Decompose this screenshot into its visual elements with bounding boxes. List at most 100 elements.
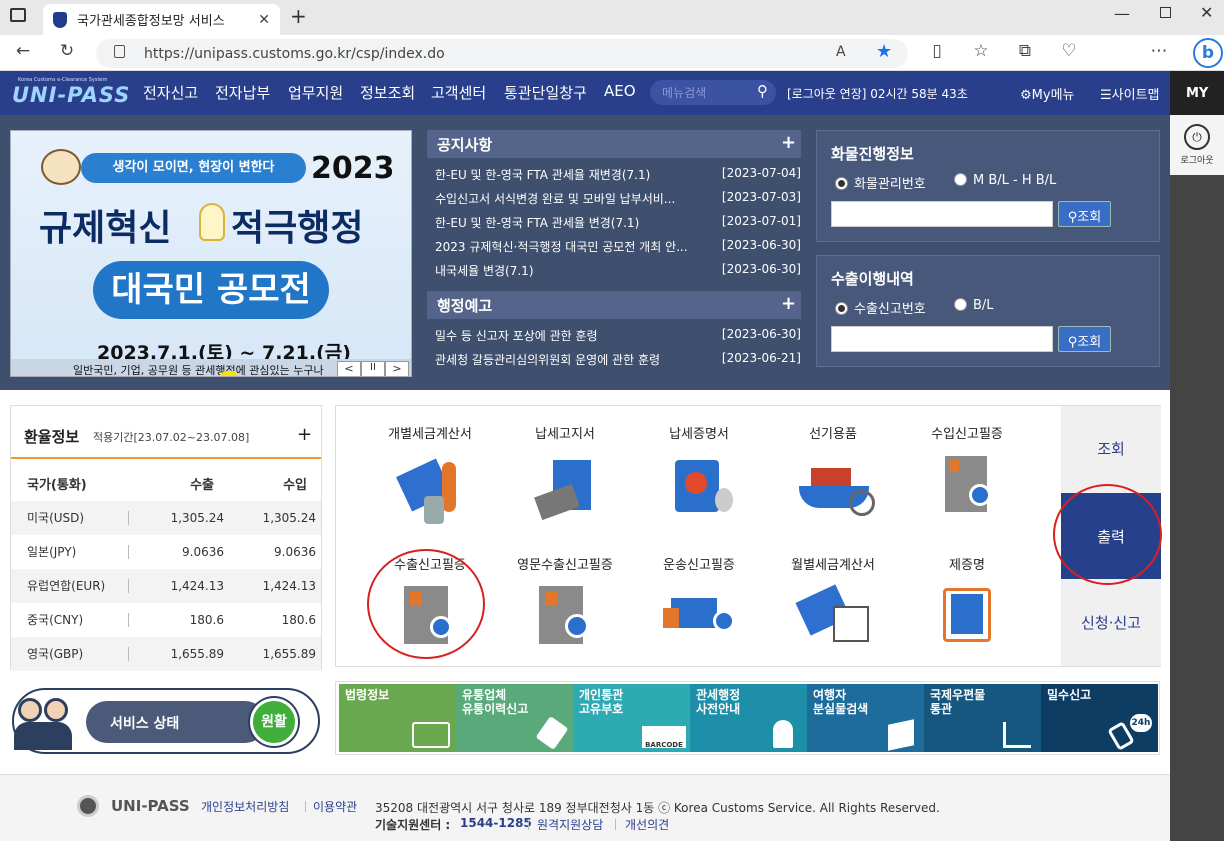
export-radio-bl[interactable]: B/L — [954, 298, 994, 313]
side-my-label[interactable]: MY — [1170, 71, 1224, 115]
nav-e-declaration[interactable]: 전자신고 — [143, 82, 198, 103]
cargo-radio-mgmt[interactable]: 화물관리번호 — [835, 173, 926, 192]
cargo-number-input[interactable] — [831, 201, 1053, 227]
close-tab-icon[interactable]: ✕ — [258, 12, 270, 28]
contest-banner[interactable]: 생각이 모이면, 현장이 변한다 2023 규제혁신 적극행정 대국민 공모전 … — [10, 130, 412, 377]
export-search-button[interactable]: ⚲조회 — [1058, 326, 1111, 352]
admin-notice-title: 행정예고 — [437, 297, 493, 315]
notice-item[interactable]: 수입신고서 서식변경 완료 및 모바일 납부서비... [2023-07-03] — [435, 190, 801, 207]
back-arrow-icon[interactable]: ← — [12, 41, 34, 61]
box-icon — [888, 719, 914, 751]
service-monthly-tax-invoice[interactable]: 월별세금계산서 — [773, 554, 893, 573]
nav-e-payment[interactable]: 전자납부 — [215, 82, 270, 103]
tile-admin-guidance[interactable]: 관세행정 사전안내 — [690, 684, 807, 752]
banner-prev-button[interactable]: < — [337, 361, 361, 376]
favorites-icon[interactable]: ☆ — [970, 41, 992, 61]
banner-next-button[interactable]: > — [385, 361, 409, 376]
english-export-certificate-icon[interactable] — [529, 584, 609, 660]
pen-icon — [535, 716, 569, 750]
footer-remote-support-link[interactable]: 원격지원상담 — [537, 816, 603, 833]
exchange-row: 일본(JPY) 9.0636 9.0636 — [11, 535, 321, 569]
service-transport-certificate[interactable]: 운송신고필증 — [639, 554, 759, 573]
admin-notice-more-button[interactable]: + — [781, 293, 796, 314]
browser-essentials-icon[interactable]: ♡ — [1058, 41, 1080, 61]
service-ship-supplies[interactable]: 선기용품 — [773, 423, 893, 442]
nav-info-lookup[interactable]: 정보조회 — [360, 82, 415, 103]
notice-item[interactable]: 한-EU 및 한-영국 FTA 관세율 변경(7.1) [2023-07-01] — [435, 214, 801, 231]
side-logout-button[interactable]: ⏻ 로그아웃 — [1170, 115, 1224, 175]
url-field[interactable]: https://unipass.customs.go.kr/csp/index.… — [96, 39, 908, 68]
notice-item[interactable]: 2023 규제혁신·적극행정 대국민 공모전 개최 안... [2023-06-3… — [435, 238, 801, 255]
tile-lost-property[interactable]: 여행자 분실물검색 — [807, 684, 924, 752]
service-english-export-certificate[interactable]: 영문수출신고필증 — [505, 554, 625, 573]
agent-icon — [773, 720, 793, 748]
browser-tab[interactable]: 국가관세종합정보망 서비스 ✕ — [43, 4, 280, 35]
cargo-search-button[interactable]: ⚲조회 — [1058, 201, 1111, 227]
banner-pause-button[interactable]: II — [361, 361, 385, 376]
lock-icon[interactable] — [114, 45, 125, 58]
service-individual-tax-invoice[interactable]: 개별세금계산서 — [370, 423, 490, 442]
tile-intl-mail[interactable]: 국제우편물 통관 — [924, 684, 1041, 752]
logout-extend-timer[interactable]: [로그아웃 연장] 02시간 58분 43초 — [787, 85, 968, 102]
nav-single-window[interactable]: 통관단일창구 — [504, 82, 587, 103]
tab-actions-icon[interactable] — [10, 8, 26, 22]
cargo-radio-bl[interactable]: M B/L - H B/L — [954, 173, 1056, 188]
sitemap-link[interactable]: ☰사이트맵 — [1100, 84, 1160, 103]
tab-lookup[interactable]: 조회 — [1061, 438, 1161, 459]
split-screen-icon[interactable]: ▯ — [926, 41, 948, 61]
footer-support-phone[interactable]: 1544-1285 — [460, 816, 532, 830]
unipass-logo[interactable]: UNI-PASS — [12, 83, 130, 107]
annotation-circle-print-tab — [1053, 484, 1162, 585]
service-import-certificate[interactable]: 수입신고필증 — [907, 423, 1027, 442]
notice-more-button[interactable]: + — [781, 132, 796, 153]
new-tab-button[interactable]: + — [290, 4, 307, 28]
nav-aeo[interactable]: AEO — [604, 82, 636, 100]
more-menu-icon[interactable]: ⋯ — [1148, 41, 1170, 61]
service-tax-notice[interactable]: 납세고지서 — [505, 423, 625, 442]
tax-certificate-icon[interactable] — [663, 454, 743, 530]
notice-item[interactable]: 한-EU 및 한-영국 FTA 관세율 재변경(7.1) [2023-07-04] — [435, 166, 801, 183]
bing-copilot-icon[interactable]: b — [1193, 38, 1223, 68]
tax-invoice-person-icon[interactable] — [394, 454, 474, 530]
read-aloud-icon[interactable]: A — [836, 44, 846, 60]
tile-distribution-report[interactable]: 유통업체 유통이력신고 — [456, 684, 573, 752]
minimize-button[interactable]: — — [1114, 4, 1130, 23]
admin-notice-item[interactable]: 밀수 등 신고자 포상에 관한 훈령 [2023-06-30] — [435, 327, 801, 344]
footer-privacy-link[interactable]: 개인정보처리방침 — [201, 798, 289, 815]
ship-supplies-icon[interactable] — [797, 454, 877, 530]
my-menu-link[interactable]: ⚙My메뉴 — [1020, 84, 1075, 103]
import-certificate-icon[interactable] — [931, 454, 1011, 530]
service-tax-certificate[interactable]: 납세증명서 — [639, 423, 759, 442]
hamburger-icon: ☰ — [1100, 88, 1112, 103]
transport-truck-icon[interactable] — [663, 584, 743, 660]
notice-item[interactable]: 내국세율 변경(7.1) [2023-06-30] — [435, 262, 801, 279]
nav-customer-center[interactable]: 고객센터 — [431, 82, 486, 103]
footer-terms-link[interactable]: 이용약관 — [313, 798, 357, 815]
tab-apply[interactable]: 신청·신고 — [1061, 612, 1161, 633]
refresh-icon[interactable]: ↻ — [56, 41, 78, 61]
tile-personal-customs-code[interactable]: 개인통관 고유부호 BARCODE — [573, 684, 690, 752]
favorite-star-icon[interactable]: ★ — [876, 41, 892, 62]
certificates-document-icon[interactable] — [931, 584, 1011, 660]
monthly-tax-calendar-icon[interactable] — [795, 584, 877, 660]
service-certificates[interactable]: 제증명 — [907, 554, 1027, 573]
tab-title: 국가관세종합정보망 서비스 — [77, 14, 225, 29]
nav-business-support[interactable]: 업무지원 — [288, 82, 343, 103]
side-quick-panel: MY ⏻ 로그아웃 — [1170, 71, 1224, 841]
footer-divider — [615, 819, 616, 830]
exchange-more-button[interactable]: + — [297, 424, 312, 445]
search-icon[interactable]: ⚲ — [757, 82, 768, 100]
tile-law-info[interactable]: 법령정보 — [339, 684, 456, 752]
admin-notice-item[interactable]: 관세청 갈등관리심의위원회 운영에 관한 훈령 [2023-06-21] — [435, 351, 801, 368]
menu-search-input[interactable]: 메뉴검색 ⚲ — [650, 80, 776, 105]
tile-smuggling-report[interactable]: 밀수신고 24h — [1041, 684, 1158, 752]
banner-line2: 대국민 공모전 — [93, 261, 329, 319]
maximize-button[interactable] — [1160, 7, 1171, 18]
close-window-button[interactable]: ✕ — [1200, 3, 1213, 22]
export-number-input[interactable] — [831, 326, 1053, 352]
tax-notice-icon[interactable] — [529, 454, 609, 530]
export-radio-declaration[interactable]: 수출신고번호 — [835, 298, 926, 317]
collections-icon[interactable]: ⧉ — [1014, 41, 1036, 61]
footer-feedback-link[interactable]: 개선의견 — [625, 816, 669, 833]
hand-truck-icon — [1003, 722, 1031, 748]
